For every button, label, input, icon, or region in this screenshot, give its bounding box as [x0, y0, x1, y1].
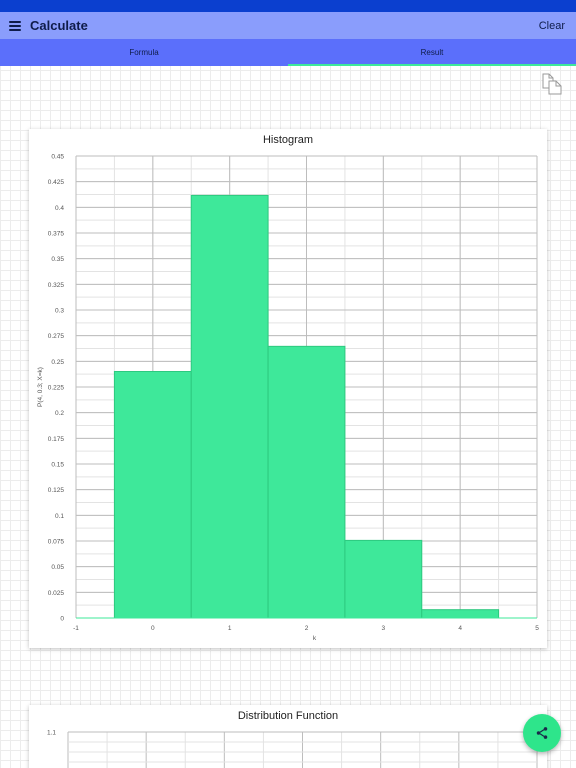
x-tick-label: 2 — [305, 625, 309, 632]
x-tick-label: 1 — [228, 625, 232, 632]
tab-bar: Formula Result — [0, 39, 576, 66]
share-icon — [536, 727, 548, 739]
histogram-bar — [267, 345, 346, 619]
y-tick-label: 0.225 — [48, 385, 65, 392]
y-tick-label: 0.2 — [55, 410, 64, 417]
histogram-bar — [190, 194, 269, 619]
y-axis-label: P(4, 0.3; X=k) — [37, 367, 44, 407]
menu-icon[interactable] — [9, 20, 21, 31]
y-tick-label: 0.025 — [48, 590, 65, 597]
x-tick-label: -1 — [73, 625, 79, 632]
tab-formula[interactable]: Formula — [0, 39, 288, 66]
clear-button[interactable]: Clear — [539, 20, 565, 32]
y-tick-label: 0.325 — [48, 282, 65, 289]
y-tick-label: 0.15 — [51, 462, 64, 469]
app-title: Calculate — [30, 18, 88, 33]
x-tick-label: 0 — [151, 625, 155, 632]
y-tick-label: 0.275 — [48, 333, 65, 340]
histogram-bar — [421, 609, 500, 619]
x-tick-label: 4 — [458, 625, 462, 632]
y-tick-label: 0.1 — [55, 513, 64, 520]
app-bar: Calculate Clear — [0, 12, 576, 39]
x-tick-label: 3 — [382, 625, 386, 632]
histogram-card: Histogram -1 0 1 2 3 4 5 0 0.025 0.05 0.075 0.1 0.12… — [29, 129, 547, 648]
y-tick-label: 0.25 — [51, 359, 64, 366]
y-tick-label: 0.3 — [55, 308, 64, 315]
y-tick-label: 0.4 — [55, 205, 64, 212]
histogram-bar — [344, 539, 423, 619]
copy-icon[interactable] — [540, 72, 566, 96]
y-tick-label: 0.175 — [48, 436, 65, 443]
tab-result[interactable]: Result — [288, 39, 576, 66]
histogram-bar — [113, 370, 192, 619]
y-tick-label: 0.35 — [51, 256, 64, 263]
distribution-chart: 1.1 — [47, 730, 538, 768]
y-tick-label: 0.125 — [48, 487, 65, 494]
y-tick-label: 0.425 — [48, 179, 65, 186]
x-axis-label: k — [313, 635, 317, 642]
share-button[interactable] — [523, 714, 561, 752]
y-tick-label: 0 — [60, 616, 64, 623]
y-tick-label: 0.375 — [48, 231, 65, 238]
histogram-chart: -1 0 1 2 3 4 5 0 0.025 0.05 0.075 0.1 0.125 0.15 0.175… — [37, 154, 539, 643]
x-tick-label: 5 — [535, 625, 539, 632]
y-tick-label: 0.45 — [51, 154, 64, 161]
y-tick-label: 0.075 — [48, 539, 65, 546]
y-tick-label: 0.05 — [51, 564, 64, 571]
y-tick-label: 1.1 — [47, 730, 56, 737]
status-bar — [0, 0, 576, 12]
distribution-card: Distribution Function 1.1 — [29, 705, 547, 768]
